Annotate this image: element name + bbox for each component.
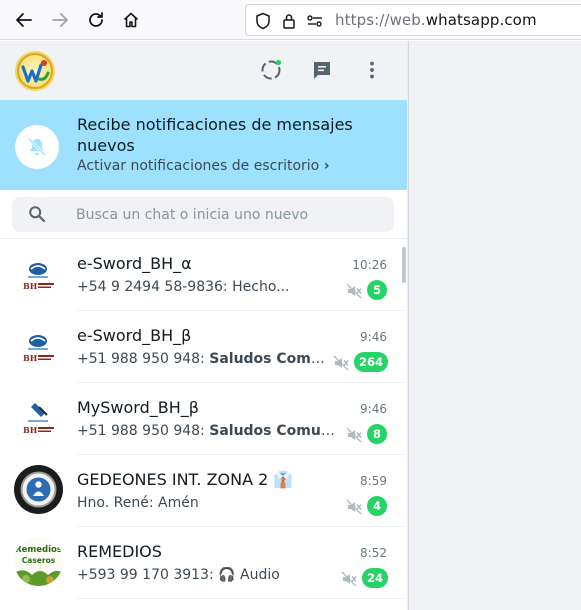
scrollbar-thumb[interactable] xyxy=(402,247,406,283)
muted-icon xyxy=(341,571,357,587)
message-sender: +51 988 950 948: xyxy=(77,423,205,439)
chat-time: 9:46 xyxy=(360,402,387,416)
chat-content: GEDEONES INT. ZONA 2 👔 8:59 Hno. René: A… xyxy=(77,455,404,527)
message-sender: +593 99 170 3913: xyxy=(77,567,214,583)
chat-row[interactable]: BH e-Sword_BH_α 10:26 +54 9 2494 58-9836… xyxy=(0,239,404,311)
reload-icon[interactable] xyxy=(84,8,108,32)
chat-preview: +51 988 950 948: Saludos Comunidad xyxy=(77,351,325,367)
profile-avatar[interactable] xyxy=(15,51,55,91)
url-prefix: https://web. xyxy=(335,11,426,29)
chat-time: 8:52 xyxy=(360,546,387,560)
lock-icon[interactable] xyxy=(280,12,298,30)
permissions-icon[interactable] xyxy=(306,12,324,30)
notification-banner[interactable]: Recibe notificaciones de mensajes nuevos… xyxy=(0,100,407,190)
chat-row[interactable]: BH MySword_BH_β 9:46 +51 988 950 948: Sa… xyxy=(0,383,404,455)
chat-sidebar: Recibe notificaciones de mensajes nuevos… xyxy=(0,41,408,610)
group-avatar: BH xyxy=(14,321,63,370)
chat-time: 10:26 xyxy=(352,258,387,272)
unread-badge: 4 xyxy=(367,496,387,516)
notification-title: Recibe notificaciones de mensajes nuevos xyxy=(77,115,353,155)
chat-list: BH e-Sword_BH_α 10:26 +54 9 2494 58-9836… xyxy=(0,239,407,610)
group-avatar: BH xyxy=(14,249,63,298)
chat-content: REMEDIOS 8:52 +593 99 170 3913: 🎧 Audio … xyxy=(77,527,404,599)
message-text: Saludos Comunidad xyxy=(209,423,339,439)
unread-badge: 24 xyxy=(362,568,389,588)
chat-content: MySword_BH_β 9:46 +51 988 950 948: Salud… xyxy=(77,383,404,455)
message-sender: Hno. René: xyxy=(77,495,154,511)
chat-row[interactable]: BH e-Sword_BH_β 9:46 +51 988 950 948: Sa… xyxy=(0,311,404,383)
url-text[interactable]: https://web.whatsapp.com xyxy=(335,11,537,29)
search-box[interactable] xyxy=(12,197,394,232)
browser-toolbar: https://web.whatsapp.com xyxy=(0,0,581,40)
chat-name: GEDEONES INT. ZONA 2 👔 xyxy=(77,470,294,489)
back-arrow-icon[interactable] xyxy=(12,8,36,32)
status-icon[interactable] xyxy=(259,58,283,82)
chat-row[interactable]: Remedios Caseros REMEDIOS 8:52 +593 99 1… xyxy=(0,527,404,599)
url-host: whatsapp.com xyxy=(425,11,537,29)
svg-text:BH: BH xyxy=(23,425,38,435)
chat-row[interactable]: GEDEONES INT. ZONA 2 👔 8:59 Hno. René: A… xyxy=(0,455,404,527)
bell-off-icon xyxy=(15,125,59,169)
chevron-right-icon: › xyxy=(323,158,330,174)
search-icon[interactable] xyxy=(28,205,46,223)
search-input[interactable] xyxy=(76,197,376,232)
group-avatar: Remedios Caseros xyxy=(14,537,63,586)
menu-icon[interactable] xyxy=(360,58,384,82)
chat-preview: +593 99 170 3913: 🎧 Audio xyxy=(77,567,329,583)
unread-badge: 264 xyxy=(354,352,389,372)
unread-badge: 8 xyxy=(367,424,387,444)
message-text: Saludos Comunidad xyxy=(209,351,325,367)
message-text: Amén xyxy=(158,495,199,511)
chat-preview: +54 9 2494 58-9836: Hecho... xyxy=(77,279,329,295)
shield-icon[interactable] xyxy=(254,12,272,30)
address-bar[interactable]: https://web.whatsapp.com xyxy=(245,4,581,36)
unread-badge: 5 xyxy=(367,280,387,300)
chat-preview: Hno. René: Amén xyxy=(77,495,329,511)
muted-icon xyxy=(346,499,362,515)
avatar-label-top: Remedios xyxy=(15,545,62,555)
muted-icon xyxy=(346,427,362,443)
enable-notifications-link[interactable]: Activar notificaciones de escritorio › xyxy=(77,158,329,174)
home-icon[interactable] xyxy=(119,8,143,32)
message-text: Hecho... xyxy=(232,279,290,295)
chat-name: e-Sword_BH_α xyxy=(77,254,192,273)
conversation-pane xyxy=(408,41,581,610)
svg-text:BH: BH xyxy=(23,353,38,363)
muted-icon xyxy=(333,355,349,371)
chat-time: 9:46 xyxy=(360,330,387,344)
enable-notifications-label: Activar notificaciones de escritorio xyxy=(77,158,320,174)
message-sender: +54 9 2494 58-9836: xyxy=(77,279,228,295)
chat-name: REMEDIOS xyxy=(77,542,162,561)
chat-name: MySword_BH_β xyxy=(77,398,199,417)
message-text: 🎧 Audio xyxy=(218,567,280,583)
chat-content: e-Sword_BH_α 10:26 +54 9 2494 58-9836: H… xyxy=(77,239,404,311)
chat-preview: +51 988 950 948: Saludos Comunidad xyxy=(77,423,339,439)
forward-arrow-icon[interactable] xyxy=(48,8,72,32)
message-sender: +51 988 950 948: xyxy=(77,351,205,367)
muted-icon xyxy=(346,283,362,299)
chat-name: e-Sword_BH_β xyxy=(77,326,192,345)
search-area xyxy=(0,190,407,239)
group-avatar xyxy=(14,465,63,514)
chat-content: e-Sword_BH_β 9:46 +51 988 950 948: Salud… xyxy=(77,311,404,383)
group-avatar: BH xyxy=(14,393,63,442)
avatar-label-bottom: Caseros xyxy=(22,556,56,565)
sidebar-header xyxy=(0,41,407,100)
svg-text:BH: BH xyxy=(23,281,38,291)
chat-time: 8:59 xyxy=(360,474,387,488)
new-chat-icon[interactable] xyxy=(310,58,334,82)
